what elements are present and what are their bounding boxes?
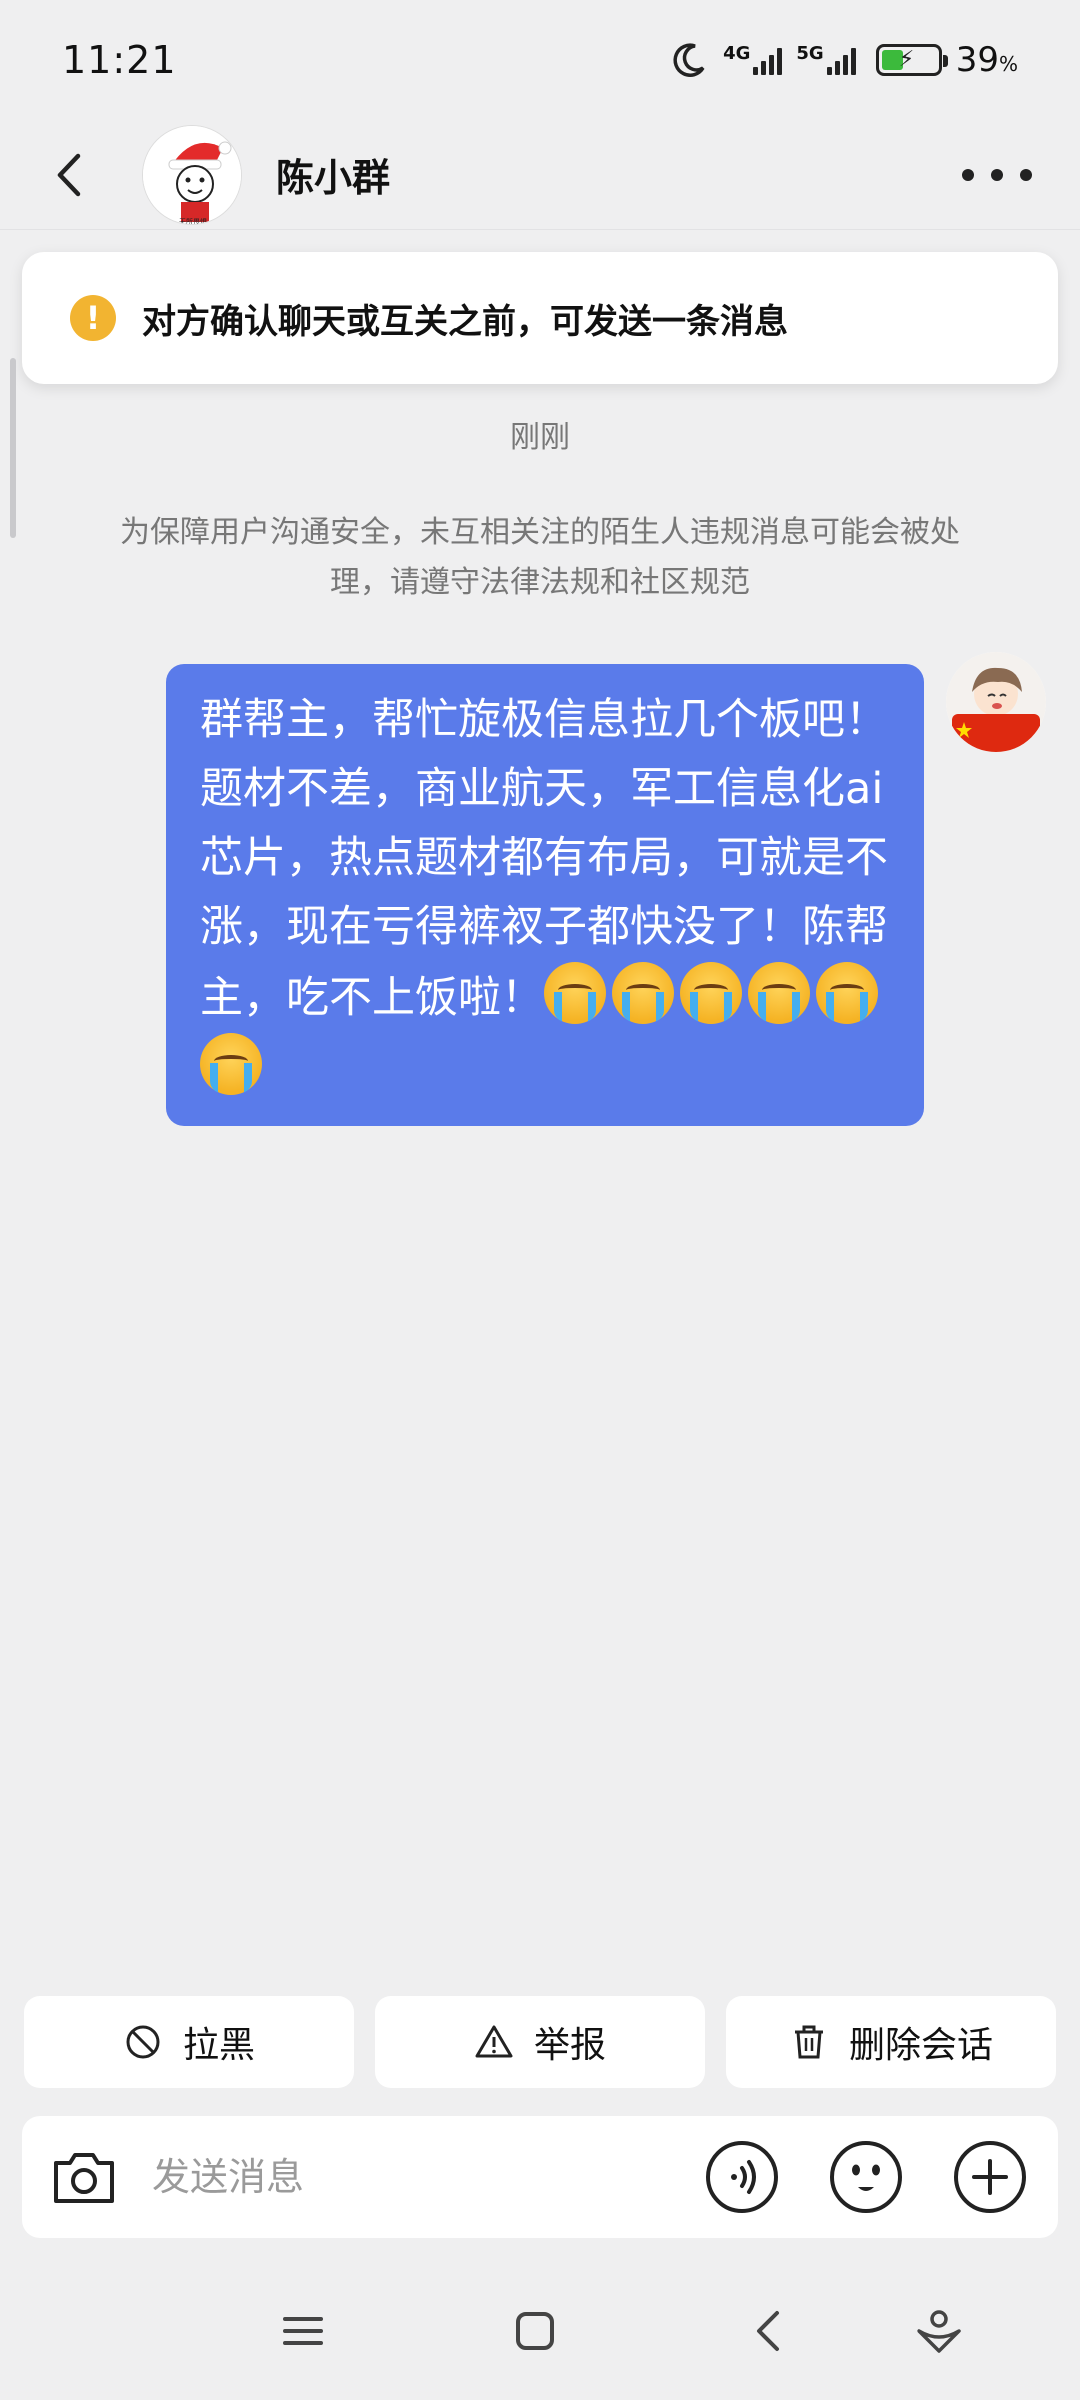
back-button[interactable]	[40, 145, 100, 205]
sent-message-bubble[interactable]: 群帮主，帮忙旋极信息拉几个板吧！题材不差，商业航天，军工信息化ai芯片，热点题材…	[166, 664, 924, 1126]
report-button[interactable]: 举报	[375, 1996, 705, 2088]
message-input[interactable]	[152, 2142, 704, 2212]
emoji-button[interactable]	[828, 2139, 904, 2215]
signal-4g-label: 4G	[723, 43, 751, 64]
message-input-bar	[22, 2116, 1058, 2238]
message-timestamp: 刚刚	[510, 420, 570, 455]
signal-4g: 4G	[723, 43, 783, 75]
back-icon	[57, 153, 81, 196]
status-bar: 11:21 4G 5G ⚡ 39%	[0, 0, 1080, 120]
warning-icon: !	[70, 295, 116, 341]
signal-5g-label: 5G	[796, 43, 824, 64]
report-label: 举报	[533, 2025, 606, 2066]
home-icon	[516, 2312, 554, 2350]
more-button[interactable]	[962, 150, 1032, 200]
crying-face-emoji	[748, 962, 810, 1024]
emoji-icon	[830, 2141, 902, 2213]
crying-face-emoji	[544, 962, 606, 1024]
camera-icon	[54, 2153, 114, 2203]
crying-face-emoji	[612, 962, 674, 1024]
voice-button[interactable]	[704, 2139, 780, 2215]
contact-avatar[interactable]: 无所畏惧	[142, 124, 242, 225]
assistant-button[interactable]	[914, 2306, 964, 2356]
home-button[interactable]	[510, 2306, 560, 2356]
plus-button[interactable]	[952, 2139, 1028, 2215]
menu-button[interactable]	[278, 2306, 328, 2356]
message-limit-notice: ! 对方确认聊天或互关之前，可发送一条消息	[22, 252, 1058, 384]
contact-name[interactable]: 陈小群	[276, 147, 390, 202]
avatar-caption: 无所畏惧	[179, 217, 207, 225]
camera-button[interactable]	[46, 2139, 122, 2215]
more-icon	[962, 169, 974, 181]
status-time: 11:21	[62, 38, 177, 82]
notice-text: 对方确认聊天或互关之前，可发送一条消息	[142, 301, 788, 342]
santa-avatar-icon: 无所畏惧	[143, 125, 241, 225]
crying-face-emoji	[816, 962, 878, 1024]
nav-back-button[interactable]	[744, 2306, 794, 2356]
cartoon-avatar-icon	[946, 652, 1046, 752]
battery-percent: 39%	[955, 40, 1018, 80]
signal-bars-icon	[753, 45, 783, 75]
menu-icon	[283, 2317, 323, 2345]
chat-header: 无所畏惧 陈小群	[0, 120, 1080, 230]
signal-bars-icon	[826, 45, 856, 75]
nav-back-icon	[757, 2311, 779, 2351]
delete-conversation-button[interactable]: 删除会话	[726, 1996, 1056, 2088]
signal-5g: 5G	[796, 43, 856, 75]
crying-face-emoji	[200, 1033, 262, 1095]
assistant-icon	[917, 2310, 961, 2353]
my-avatar[interactable]	[946, 652, 1046, 752]
battery-icon: ⚡	[875, 44, 948, 76]
block-label: 拉黑	[182, 2025, 255, 2066]
crying-face-emoji	[680, 962, 742, 1024]
status-icons: 4G 5G ⚡ 39%	[669, 40, 1018, 80]
moon-icon	[673, 43, 705, 77]
report-icon	[475, 2025, 513, 2058]
safety-tip: 为保障用户沟通安全，未互相关注的陌生人违规消息可能会被处理，请遵守法律法规和社区…	[120, 515, 960, 600]
delete-label: 删除会话	[848, 2025, 993, 2066]
voice-icon	[706, 2141, 778, 2213]
plus-icon	[954, 2141, 1026, 2213]
block-button[interactable]: 拉黑	[24, 1996, 354, 2088]
conversation-actions: 拉黑 举报 删除会话	[24, 1996, 1056, 2088]
block-icon	[126, 2025, 160, 2059]
trash-icon	[794, 2025, 823, 2059]
system-nav-bar	[0, 2290, 1080, 2370]
